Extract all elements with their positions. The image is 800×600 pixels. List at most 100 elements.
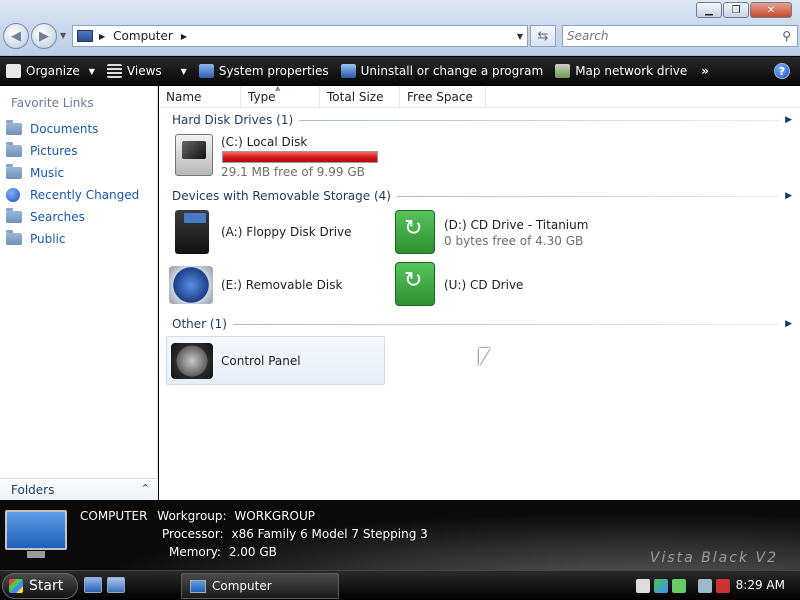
views-label: Views xyxy=(126,64,162,78)
views-button[interactable]: Views ▼ xyxy=(101,57,193,85)
cd-drive-icon xyxy=(395,210,435,254)
details-memory-value: 2.00 GB xyxy=(228,545,277,559)
column-header-type[interactable]: Type ▲ xyxy=(241,84,320,108)
details-processor-value: x86 Family 6 Model 7 Stepping 3 xyxy=(231,527,428,541)
details-memory-row: Memory: 2.00 GB xyxy=(169,545,277,559)
column-header-name[interactable]: Name xyxy=(159,86,241,108)
address-bar[interactable]: ▶ Computer ▶ ▼ xyxy=(72,25,528,47)
organize-button[interactable]: Organize ▼ xyxy=(0,57,101,85)
favorite-links-list: Documents Pictures Music Recently Change… xyxy=(6,118,139,250)
file-list-pane: Name Type ▲ Total Size Free Space Hard Di… xyxy=(159,84,800,500)
tray-windows-icon[interactable] xyxy=(654,579,668,593)
minimize-button[interactable]: ▁ xyxy=(696,2,722,18)
close-button[interactable]: ✕ xyxy=(750,2,792,18)
map-network-drive-button[interactable]: Map network drive xyxy=(549,57,693,85)
cd-drive-icon xyxy=(395,262,435,306)
uninstall-icon xyxy=(340,64,356,78)
forward-button[interactable]: ▶ xyxy=(31,23,57,49)
column-headers: Name Type ▲ Total Size Free Space xyxy=(159,84,800,108)
control-panel-item[interactable]: Control Panel xyxy=(166,336,385,385)
folders-toggle[interactable]: Folders ⌃ xyxy=(0,478,158,500)
search-icon[interactable]: ⚲ xyxy=(782,29,791,43)
folder-icon xyxy=(6,164,22,179)
details-processor-row: Processor: x86 Family 6 Model 7 Stepping… xyxy=(162,527,428,541)
nav-item-music[interactable]: Music xyxy=(6,162,139,184)
breadcrumb-computer[interactable]: Computer xyxy=(113,29,173,43)
details-processor-key: Processor: xyxy=(162,527,224,541)
windows-logo-icon xyxy=(9,579,23,593)
nav-item-label: Music xyxy=(30,166,65,180)
control-panel-label: Control Panel xyxy=(221,354,301,368)
drive-c-label: (C:) Local Disk xyxy=(221,135,308,149)
more-commands-button[interactable]: » xyxy=(695,57,715,85)
nav-item-label: Public xyxy=(30,232,66,246)
show-desktop-icon[interactable] xyxy=(84,577,102,593)
forward-arrow-icon: ▶ xyxy=(39,28,49,44)
drive-c[interactable]: (C:) Local Disk 29.1 MB free of 9.99 GB xyxy=(173,134,393,180)
maximize-button[interactable]: ❐ xyxy=(723,2,749,18)
column-header-type-label: Type xyxy=(248,90,276,104)
details-computer-row: COMPUTER Workgroup: WORKGROUP xyxy=(80,509,315,523)
computer-icon xyxy=(77,30,93,42)
computer-monitor-icon xyxy=(5,510,67,558)
navigation-pane: Favorite Links Documents Pictures Music … xyxy=(0,86,158,500)
nav-item-searches[interactable]: Searches xyxy=(6,206,139,228)
drive-e[interactable]: (E:) Removable Disk xyxy=(169,264,369,310)
sort-indicator-icon: ▲ xyxy=(275,84,281,92)
group-header-other[interactable]: Other (1) ▶ xyxy=(172,317,792,331)
window-controls: ▁ ❐ ✕ xyxy=(696,2,792,18)
group-header-removable[interactable]: Devices with Removable Storage (4) ▶ xyxy=(172,189,792,203)
breadcrumb-separator-icon[interactable]: ▶ xyxy=(99,32,105,41)
group-divider xyxy=(232,323,780,325)
group-label: Devices with Removable Storage (4) xyxy=(172,189,391,203)
nav-item-label: Recently Changed xyxy=(30,188,140,202)
search-box[interactable]: ⚲ xyxy=(562,25,798,47)
back-button[interactable]: ◀ xyxy=(3,23,29,49)
details-pane: COMPUTER Workgroup: WORKGROUP Processor:… xyxy=(0,500,800,570)
details-memory-key: Memory: xyxy=(169,545,221,559)
group-label: Other (1) xyxy=(172,317,227,331)
search-input[interactable] xyxy=(567,29,767,43)
nav-item-recently-changed[interactable]: Recently Changed xyxy=(6,184,139,206)
chevron-down-icon: ▼ xyxy=(180,66,187,76)
command-bar: Organize ▼ Views ▼ System properties Uni… xyxy=(0,57,800,85)
taskbar: Start Computer 8:29 AM xyxy=(0,570,800,600)
organize-icon xyxy=(6,64,21,78)
recent-pages-dropdown[interactable]: ▼ xyxy=(60,31,66,40)
nav-item-pictures[interactable]: Pictures xyxy=(6,140,139,162)
drive-d-free-space: 0 bytes free of 4.30 GB xyxy=(444,234,584,248)
tray-security-icon[interactable] xyxy=(672,579,686,593)
column-header-total-size[interactable]: Total Size xyxy=(320,86,400,108)
uninstall-program-button[interactable]: Uninstall or change a program xyxy=(335,57,550,85)
refresh-button[interactable]: ⇆ xyxy=(530,25,556,47)
switch-windows-icon[interactable] xyxy=(107,577,125,593)
nav-item-public[interactable]: Public xyxy=(6,228,139,250)
recent-icon xyxy=(6,188,20,202)
drive-u[interactable]: (U:) CD Drive xyxy=(395,262,595,308)
clock[interactable]: 8:29 AM xyxy=(736,578,785,592)
group-header-hard-disk[interactable]: Hard Disk Drives (1) ▶ xyxy=(172,113,792,127)
system-properties-button[interactable]: System properties xyxy=(193,57,335,85)
nav-item-documents[interactable]: Documents xyxy=(6,118,139,140)
group-expand-icon[interactable]: ▶ xyxy=(785,319,792,329)
address-dropdown-icon[interactable]: ▼ xyxy=(517,32,523,41)
column-header-free-space[interactable]: Free Space xyxy=(400,86,486,108)
taskbar-item-computer[interactable]: Computer xyxy=(181,573,339,599)
help-icon[interactable]: ? xyxy=(774,63,790,79)
network-icon[interactable] xyxy=(698,579,712,593)
group-expand-icon[interactable]: ▶ xyxy=(785,191,792,201)
start-button[interactable]: Start xyxy=(2,573,78,599)
floppy-disk-icon xyxy=(175,210,209,254)
drive-d[interactable]: (D:) CD Drive - Titanium 0 bytes free of… xyxy=(395,210,605,256)
system-properties-label: System properties xyxy=(218,64,329,78)
group-expand-icon[interactable]: ▶ xyxy=(785,115,792,125)
details-workgroup-key: Workgroup: xyxy=(157,509,227,523)
drive-c-usage-fill xyxy=(223,152,377,162)
drive-a[interactable]: (A:) Floppy Disk Drive xyxy=(173,210,373,256)
hard-disk-icon xyxy=(175,134,213,176)
volume-muted-icon[interactable] xyxy=(716,579,730,593)
tray-app-icon[interactable] xyxy=(636,579,650,593)
control-panel-icon xyxy=(171,343,213,379)
nav-item-label: Searches xyxy=(30,210,85,224)
breadcrumb-expand-icon[interactable]: ▶ xyxy=(181,32,187,41)
